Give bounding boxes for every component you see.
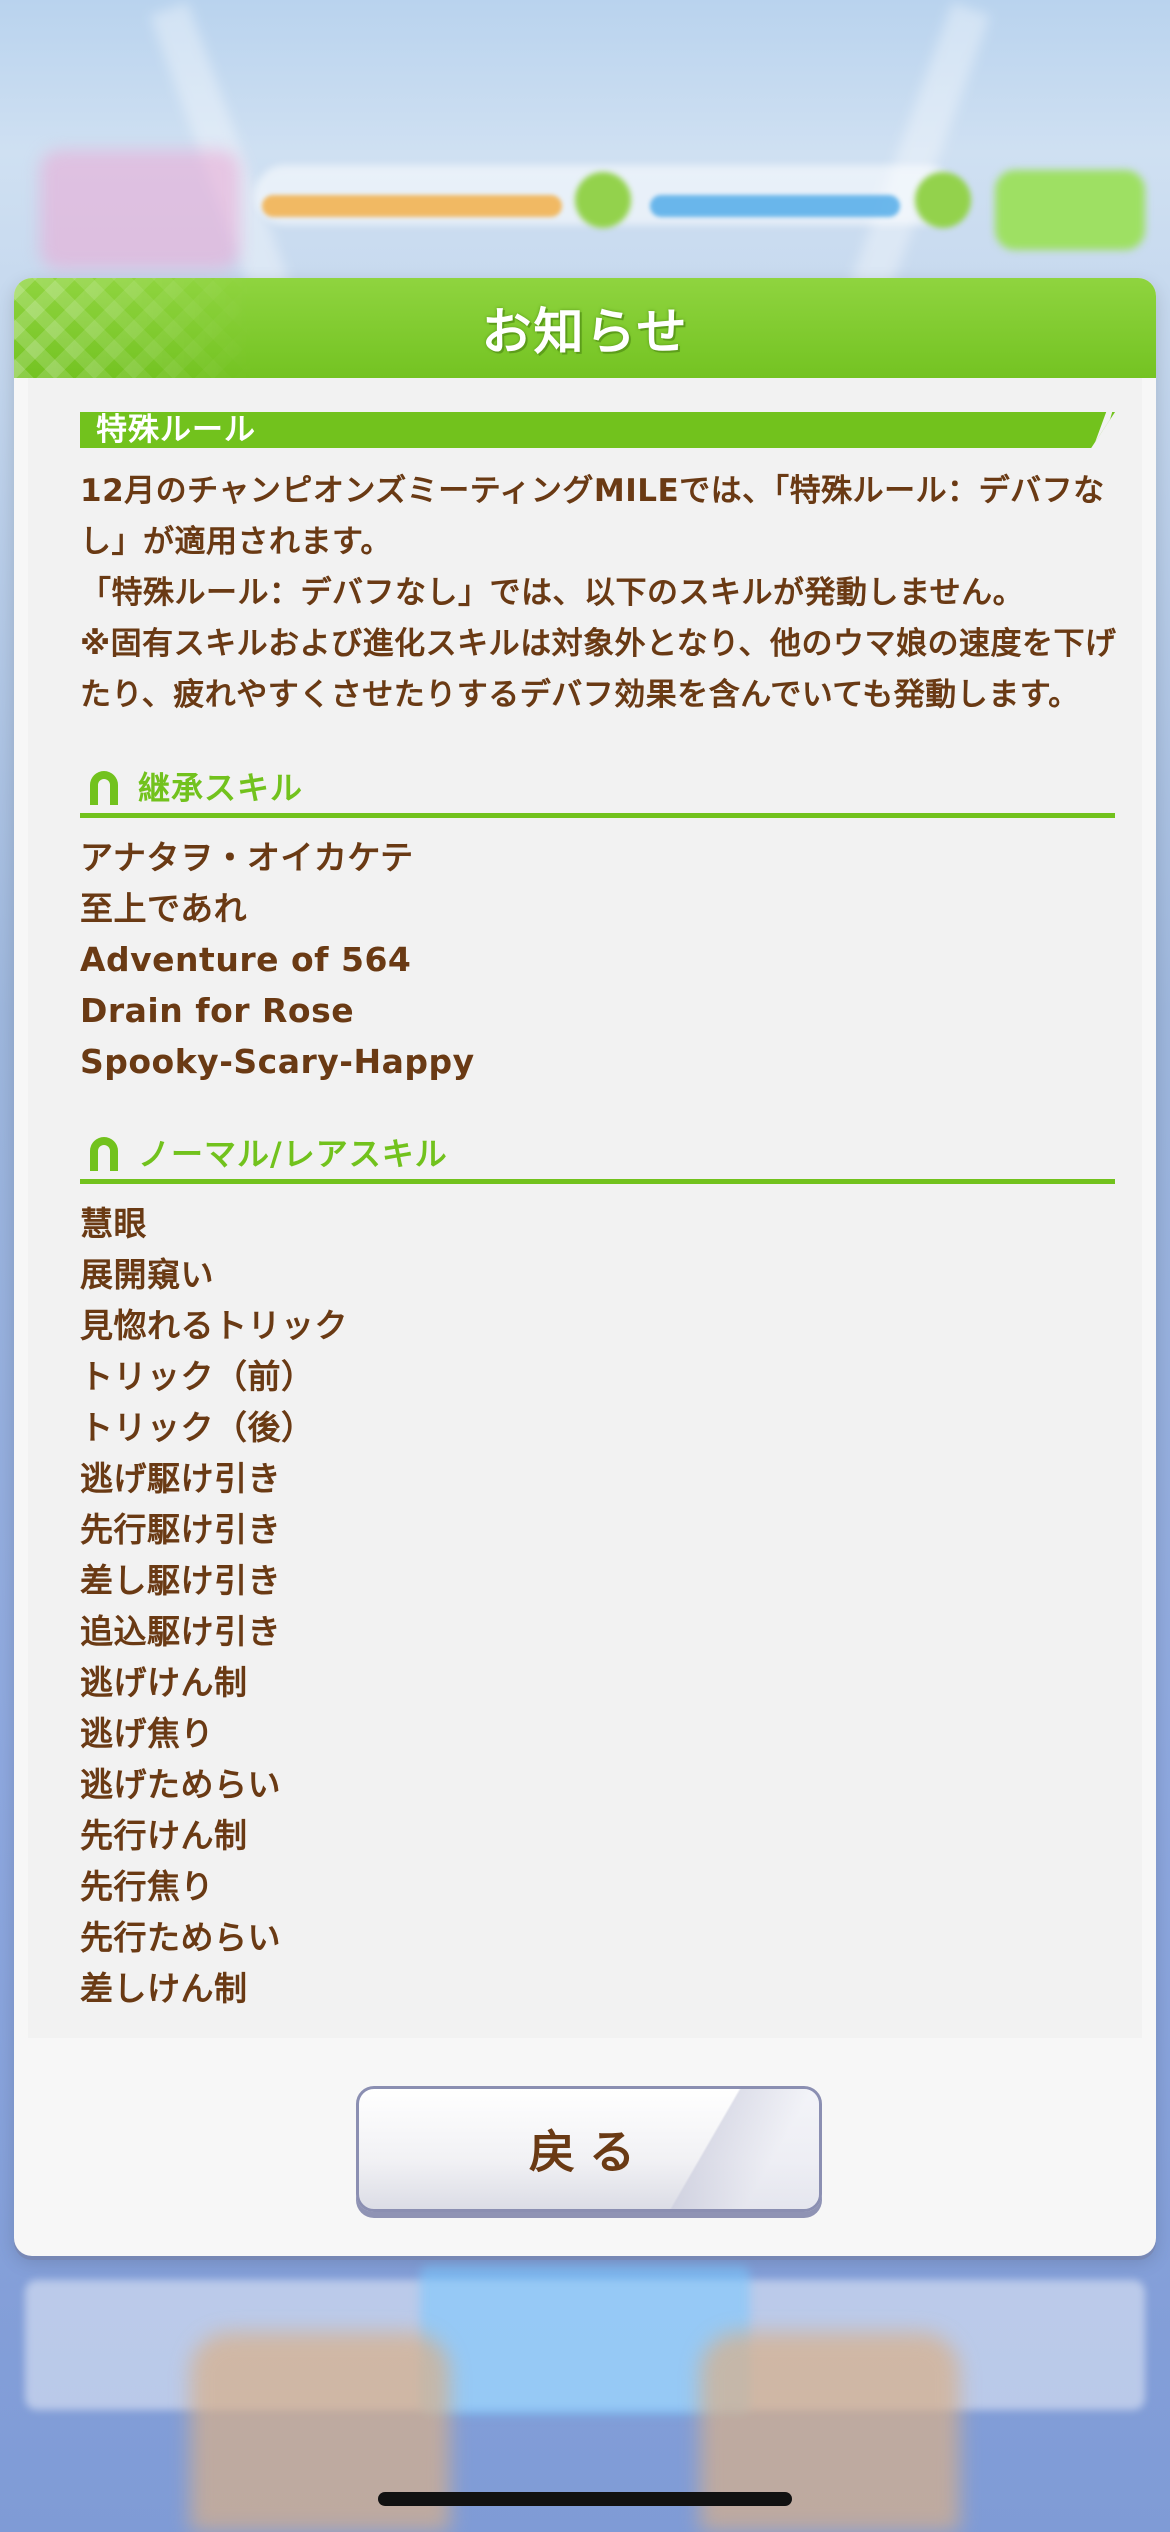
background-plus-icon — [915, 172, 971, 228]
background-plus-icon — [575, 172, 631, 228]
list-item: 先行けん制 — [80, 1816, 248, 1855]
notice-text: 12月のチャンピオンズミーティングMILEでは、「特殊ルール：デバフなし」が適用… — [80, 466, 1120, 721]
dialog-title: お知らせ — [481, 303, 689, 361]
header-pattern — [14, 278, 254, 378]
background-energy-bar — [262, 195, 562, 217]
list-item: 先行ためらい — [80, 1918, 281, 1957]
list-item: アナタヲ・オイカケテ — [80, 838, 414, 877]
normal-rare-skill-list: 慧眼 展開窺い 見惚れるトリック トリック（前） トリック（後） 逃げ駆け引き … — [80, 1198, 1120, 2014]
list-item: 先行駆け引き — [80, 1510, 281, 1549]
banner-stripe — [1093, 412, 1115, 448]
list-item: Adventure of 564 — [80, 940, 412, 979]
home-indicator[interactable] — [378, 2492, 792, 2506]
list-item: 逃げためらい — [80, 1765, 281, 1804]
list-item: 展開窺い — [80, 1255, 214, 1294]
list-item: 先行焦り — [80, 1867, 214, 1906]
background-avatar — [40, 150, 240, 270]
section-label: 継承スキル — [138, 769, 304, 807]
notice-content-scroll[interactable]: 特殊ルール 12月のチャンピオンズミーティングMILEでは、「特殊ルール：デバフ… — [28, 378, 1142, 2038]
list-item: 差し駆け引き — [80, 1561, 281, 1600]
list-item: Drain for Rose — [80, 991, 355, 1030]
horseshoe-icon — [90, 771, 118, 805]
section-header-normal-rare-skills: ノーマル/レアスキル — [80, 1125, 1115, 1184]
list-item: トリック（後） — [80, 1408, 315, 1447]
notice-body: 特殊ルール 12月のチャンピオンズミーティングMILEでは、「特殊ルール：デバフ… — [80, 412, 1120, 2014]
notice-paragraph: ※固有スキルおよび進化スキルは対象外となり、他のウマ娘の速度を下げたり、疲れやす… — [80, 626, 1117, 713]
notice-paragraph: 12月のチャンピオンズミーティングMILEでは、「特殊ルール：デバフなし」が適用… — [80, 473, 1105, 560]
background-menu-button — [995, 170, 1145, 250]
dialog-header: お知らせ — [14, 278, 1156, 378]
list-item: 至上であれ — [80, 889, 248, 928]
list-item: 慧眼 — [80, 1204, 147, 1243]
back-button-label: 戻る — [529, 2125, 649, 2179]
list-item: トリック（前） — [80, 1357, 315, 1396]
list-item: 逃げけん制 — [80, 1663, 248, 1702]
section-label: ノーマル/レアスキル — [138, 1135, 448, 1173]
list-item: Spooky-Scary-Happy — [80, 1042, 475, 1081]
list-item: 差しけん制 — [80, 1969, 248, 2008]
list-item: 逃げ焦り — [80, 1714, 214, 1753]
list-item: 追込駆け引き — [80, 1612, 281, 1651]
rule-banner-label: 特殊ルール — [96, 412, 256, 448]
horseshoe-icon — [90, 1137, 118, 1171]
section-header-inherited-skills: 継承スキル — [80, 759, 1115, 818]
list-item: 逃げ駆け引き — [80, 1459, 281, 1498]
notice-dialog: お知らせ 特殊ルール 12月のチャンピオンズミーティングMILEでは、「特殊ルー… — [14, 278, 1156, 2256]
back-button[interactable]: 戻る — [356, 2086, 822, 2212]
background-points-bar — [650, 195, 900, 217]
rule-banner: 特殊ルール — [80, 412, 1115, 448]
button-shine — [639, 2089, 819, 2209]
list-item: 見惚れるトリック — [80, 1306, 348, 1345]
notice-paragraph: 「特殊ルール：デバフなし」では、以下のスキルが発動しません。 — [80, 575, 1025, 611]
inherited-skill-list: アナタヲ・オイカケテ 至上であれ Adventure of 564 Drain … — [80, 832, 1120, 1087]
